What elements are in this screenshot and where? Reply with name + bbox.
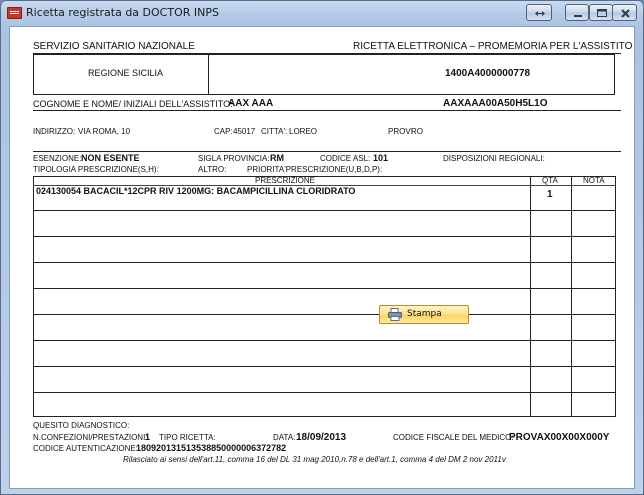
minimize-button[interactable] <box>565 4 589 21</box>
application-window: Ricetta registrata da DOCTOR INPS SERVIZ… <box>0 0 644 495</box>
row-divider <box>33 210 616 211</box>
row-divider <box>33 392 616 393</box>
ricetta-code: 1400A4000000778 <box>445 68 531 79</box>
sigla-label: SIGLA PROVINCIA: <box>198 154 270 163</box>
divider <box>33 151 621 152</box>
divider <box>571 176 572 417</box>
tipo-ricetta-label: TIPO RICETTA: <box>159 433 216 442</box>
ssn-header: SERVIZIO SANITARIO NAZIONALE <box>33 41 195 52</box>
divider <box>208 54 209 95</box>
confezioni-label: N.CONFEZIONI/PRESTAZIONI: <box>33 433 148 442</box>
app-icon <box>7 7 22 19</box>
sigla-value: RM <box>270 153 284 163</box>
legal-note: Rilasciato ai sensi dell'art.11, comma 1… <box>123 455 506 464</box>
close-icon <box>621 9 630 18</box>
region-name: REGIONE SICILIA <box>88 68 164 78</box>
quesito-label: QUESITO DIAGNOSTICO: <box>33 421 130 430</box>
prov-value: RO <box>411 127 423 136</box>
row-divider <box>33 288 616 289</box>
divider <box>33 110 621 111</box>
title-bar[interactable]: Ricetta registrata da DOCTOR INPS <box>1 1 643 25</box>
stampa-label: Stampa <box>407 309 442 319</box>
row-divider <box>33 366 616 367</box>
prescription-panel: SERVIZIO SANITARIO NAZIONALE RICETTA ELE… <box>9 26 635 489</box>
cap-value: 45017 <box>233 127 256 136</box>
autenticazione-value: 180920131513538850000006372782 <box>136 443 287 453</box>
priorita-label: PRIORITA'PRESCRIZIONE(U,B,D,P): <box>247 165 383 174</box>
cap-label: CAP: <box>214 127 233 136</box>
close-button[interactable] <box>612 4 637 21</box>
prescription-document: SERVIZIO SANITARIO NAZIONALE RICETTA ELE… <box>33 41 633 482</box>
table-row: 024130054 BACACIL*12CPR RIV 1200MG: BACA… <box>36 186 356 196</box>
tipologia-label: TIPOLOGIA PRESCRIZIONE(S,H): <box>33 165 159 174</box>
cf-medico-value: PROVAX00X00X000Y <box>509 432 610 443</box>
esenzione-value: NON ESENTE <box>81 153 140 163</box>
prov-label: PROV: <box>388 127 413 136</box>
address-label: INDIRIZZO: <box>33 127 76 136</box>
row-divider <box>33 262 616 263</box>
patient-name-label: COGNOME E NOME/ INIZIALI DELL'ASSISTITO: <box>33 99 233 109</box>
row-divider <box>33 236 616 237</box>
window-title: Ricetta registrata da DOCTOR INPS <box>26 6 219 19</box>
data-label: DATA: <box>273 433 296 442</box>
row-divider <box>33 314 616 315</box>
ricetta-header: RICETTA ELETTRONICA – PROMEMORIA PER L'A… <box>353 41 633 52</box>
data-value: 18/09/2013 <box>296 432 347 443</box>
confezioni-value: 1 <box>145 432 151 442</box>
patient-cf-value: AAXAAA00A50H5L1O <box>443 98 548 109</box>
col-prescrizione-header: PRESCRIZIONE <box>255 176 316 185</box>
minimize-icon <box>574 15 582 17</box>
double-arrow-icon <box>535 11 545 16</box>
stampa-button[interactable]: Stampa <box>379 305 469 324</box>
esenzione-label: ESENZIONE: <box>33 154 82 163</box>
cf-medico-label: CODICE FISCALE DEL MEDICO: <box>393 433 514 442</box>
printer-icon <box>388 308 402 321</box>
row-divider <box>33 340 616 341</box>
asl-label: CODICE ASL: <box>320 154 371 163</box>
city-value: LOREO <box>289 127 318 136</box>
asl-value: 101 <box>373 153 389 163</box>
divider <box>530 176 531 417</box>
disposizioni-label: DISPOSIZIONI REGIONALI: <box>443 154 545 163</box>
col-qta-header: QTA <box>542 176 558 185</box>
restore-extra-button[interactable] <box>526 4 552 21</box>
patient-name-value: AAX AAA <box>228 98 274 109</box>
maximize-icon <box>597 9 607 17</box>
prescription-table <box>33 176 616 417</box>
city-label: CITTA': <box>261 127 288 136</box>
maximize-button[interactable] <box>589 4 613 21</box>
address-value: VIA ROMA, 10 <box>78 127 131 136</box>
autenticazione-label: CODICE AUTENTICAZIONE: <box>33 444 138 453</box>
col-nota-header: NOTA <box>583 176 605 185</box>
altro-label: ALTRO: <box>198 165 227 174</box>
row-qta: 1 <box>547 189 553 200</box>
